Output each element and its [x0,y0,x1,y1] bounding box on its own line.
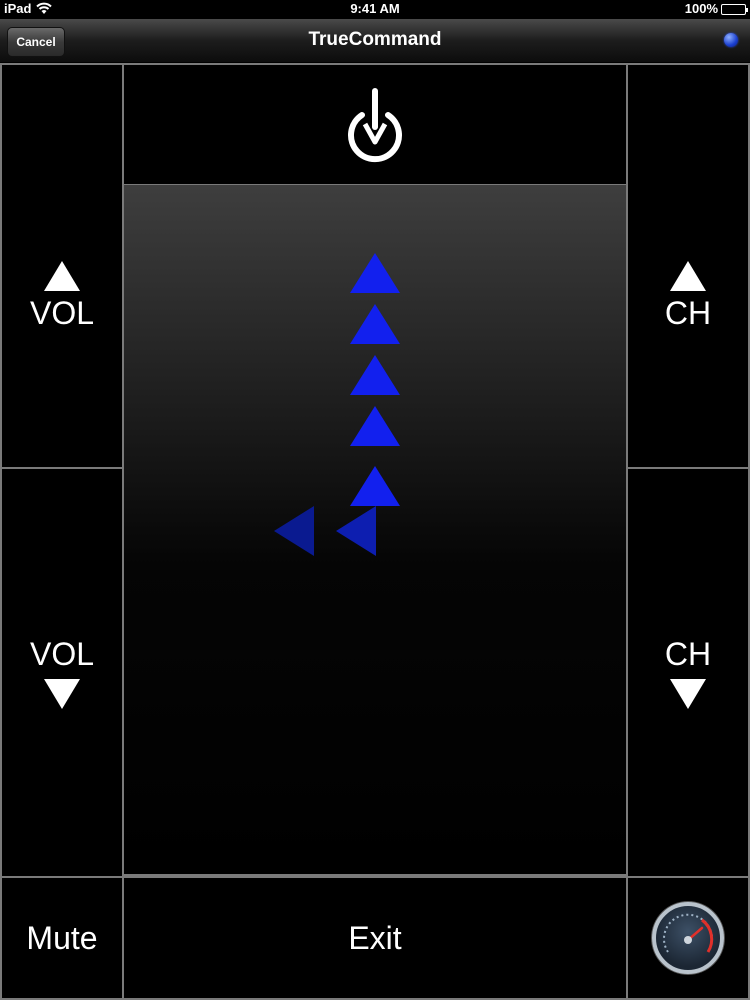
status-bar: iPad 9:41 AM 100% [0,0,750,19]
gesture-left-arrow-icon [336,506,376,556]
speedometer-icon [652,902,724,974]
nav-bar: Cancel TrueCommand [0,19,750,63]
gesture-up-arrow-icon [350,406,400,446]
connection-status-indicator [724,33,738,47]
arrow-down-icon [670,679,706,709]
gesture-up-arrow-icon [350,355,400,395]
touchpad[interactable] [122,184,628,876]
gesture-up-arrow-icon [350,253,400,293]
page-title: TrueCommand [308,29,442,50]
channel-up-label: CH [664,294,712,331]
channel-down-button[interactable]: CH [626,467,750,878]
speed-button[interactable] [626,876,750,1000]
arrow-up-icon [44,260,80,291]
channel-up-button[interactable]: CH [626,63,750,469]
channel-down-label: CH [664,636,712,672]
volume-up-button[interactable]: VOL [0,63,124,469]
arrow-up-icon [670,260,706,291]
gesture-up-arrow-icon [350,466,400,506]
remote-control: VOL CH VOL CH Mute Exit [0,63,750,1000]
power-button[interactable] [122,63,628,186]
volume-down-label: VOL [29,636,95,672]
gesture-left-arrow-icon [274,506,314,556]
battery-percent: 100% [684,1,718,16]
arrow-down-icon [44,679,80,709]
mute-button[interactable]: Mute [0,876,124,1000]
power-icon [348,87,402,162]
gesture-up-arrow-icon [350,304,400,344]
mute-label: Mute [26,919,98,956]
volume-down-button[interactable]: VOL [0,467,124,878]
battery-icon [721,4,748,15]
exit-button[interactable]: Exit [122,876,628,1000]
volume-up-label: VOL [29,294,95,331]
exit-label: Exit [348,919,402,956]
clock: 9:41 AM [350,1,400,16]
